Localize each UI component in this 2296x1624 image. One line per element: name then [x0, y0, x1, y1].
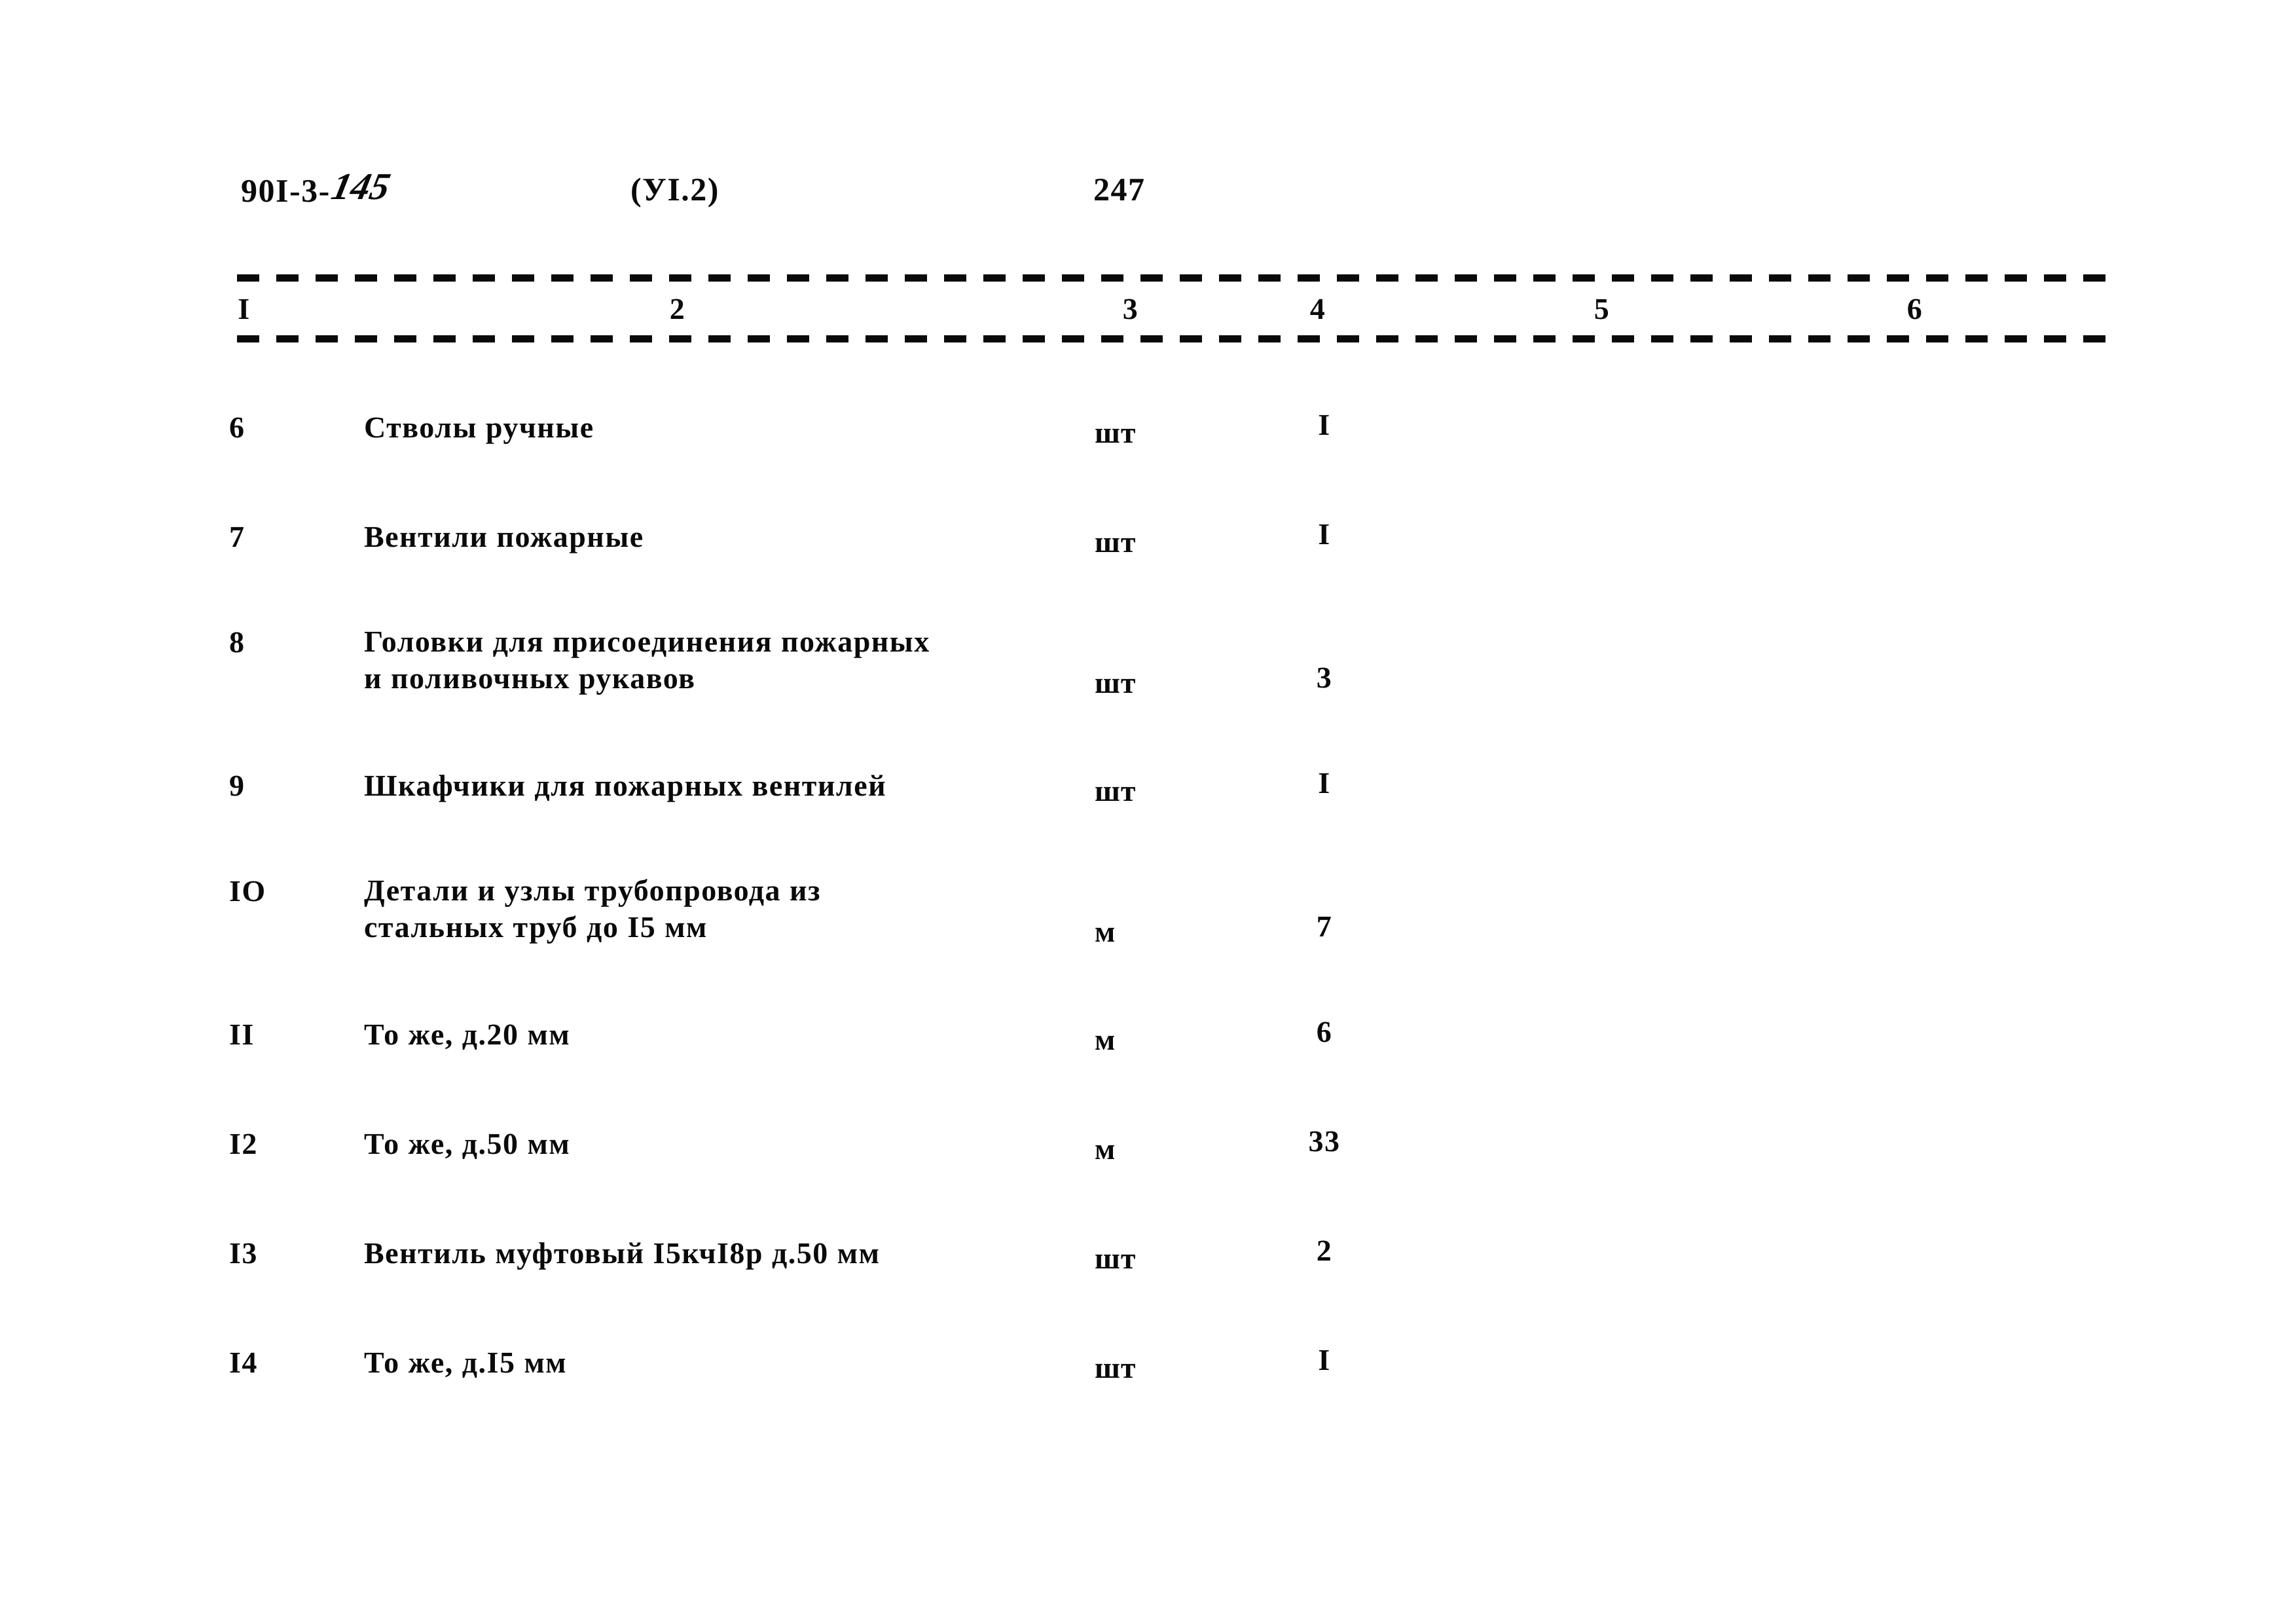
album-code-handwritten: 145 [327, 165, 394, 208]
row-number: II [229, 1018, 255, 1051]
row-quantity: I [1318, 1343, 1331, 1376]
table-row: 7 Вентили пожарные шт I [0, 502, 2296, 612]
row-description-line-1: Стволы ручные [364, 411, 594, 444]
row-number: 6 [229, 411, 246, 444]
row-description: Стволы ручные [364, 409, 1078, 447]
table-rule-bottom [237, 335, 2111, 342]
table-row: 8 Головки для присоединения пожарных и пол… [0, 612, 2296, 751]
row-unit: м [1095, 915, 1116, 948]
row-description: То же, д.50 мм [364, 1125, 1078, 1163]
row-quantity: I [1318, 766, 1331, 800]
row-number: I4 [229, 1346, 258, 1379]
table-row: I4 То же, д.I5 мм шт I [0, 1328, 2296, 1437]
row-description-line-2: стальных труб до I5 мм [364, 910, 708, 944]
section-reference: (УI.2) [630, 171, 720, 208]
row-unit: шт [1095, 1351, 1137, 1384]
table-rule-top [237, 274, 2111, 282]
table-row: IO Детали и узлы трубопровода из стальных … [0, 860, 2296, 1000]
scanned-document-page: 90I-3-145 (УI.2) 247 I 2 3 4 5 6 6 Стволы… [0, 0, 2296, 1624]
row-quantity: 7 [1316, 910, 1333, 943]
column-number-1: I [238, 292, 251, 325]
row-quantity: 6 [1316, 1015, 1333, 1048]
row-description-line-1: Головки для присоединения пожарных [364, 625, 930, 658]
row-description: Вентили пожарные [364, 518, 1078, 556]
row-description-line-1: То же, д.I5 мм [364, 1346, 568, 1379]
row-description-line-2: и поливочных рукавов [364, 661, 696, 695]
table-row: II То же, д.20 мм м 6 [0, 1000, 2296, 1109]
row-number: 7 [229, 520, 246, 553]
row-number: 9 [229, 769, 246, 802]
column-number-4: 4 [1309, 292, 1326, 325]
row-unit: м [1095, 1023, 1116, 1056]
row-description: Головки для присоединения пожарных и поли… [364, 623, 1078, 697]
row-number: I3 [229, 1236, 258, 1270]
row-description: Шкафчики для пожарных вентилей [364, 767, 1078, 805]
column-number-5: 5 [1594, 292, 1611, 325]
column-number-3: 3 [1122, 292, 1139, 325]
row-number: IO [229, 874, 266, 908]
document-header: 90I-3-145 (УI.2) 247 [0, 165, 2296, 228]
row-description-line-1: Вентиль муфтовый I5кчI8р д.50 мм [364, 1236, 881, 1270]
row-number: I2 [229, 1127, 258, 1160]
table-row: I3 Вентиль муфтовый I5кчI8р д.50 мм шт 2 [0, 1219, 2296, 1328]
row-unit: м [1095, 1132, 1116, 1166]
row-unit: шт [1095, 525, 1137, 559]
table-column-number-row: I 2 3 4 5 6 [0, 291, 2296, 333]
row-description-line-1: Шкафчики для пожарных вентилей [364, 769, 887, 802]
row-description-line-1: То же, д.20 мм [364, 1018, 571, 1051]
row-unit: шт [1095, 416, 1137, 449]
table-row: I2 То же, д.50 мм м 33 [0, 1109, 2296, 1219]
row-quantity: I [1318, 517, 1331, 551]
row-quantity: I [1318, 408, 1331, 441]
row-description: Вентиль муфтовый I5кчI8р д.50 мм [364, 1234, 1078, 1272]
table-row: 6 Стволы ручные шт I [0, 393, 2296, 502]
table-row: 9 Шкафчики для пожарных вентилей шт I [0, 751, 2296, 860]
column-number-2: 2 [669, 292, 686, 325]
row-quantity: 33 [1308, 1124, 1341, 1158]
row-description: То же, д.20 мм [364, 1016, 1078, 1054]
table-body: 6 Стволы ручные шт I 7 Вентили пожарные шт I 8 Го… [0, 393, 2296, 1437]
row-description-line-1: Вентили пожарные [364, 520, 644, 553]
row-quantity: 3 [1316, 661, 1333, 694]
row-unit: шт [1095, 666, 1137, 699]
column-number-6: 6 [1906, 292, 1923, 325]
row-description: Детали и узлы трубопровода из стальных тр… [364, 872, 1078, 946]
row-unit: шт [1095, 1242, 1137, 1275]
album-code: 90I-3-145 [241, 165, 394, 211]
row-unit: шт [1095, 774, 1137, 807]
row-quantity: 2 [1316, 1234, 1333, 1267]
page-number: 247 [1093, 171, 1146, 208]
row-description: То же, д.I5 мм [364, 1344, 1078, 1382]
album-code-printed: 90I-3- [241, 172, 331, 209]
row-number: 8 [229, 625, 246, 659]
row-description-line-1: То же, д.50 мм [364, 1127, 571, 1160]
row-description-line-1: Детали и узлы трубопровода из [364, 874, 822, 907]
